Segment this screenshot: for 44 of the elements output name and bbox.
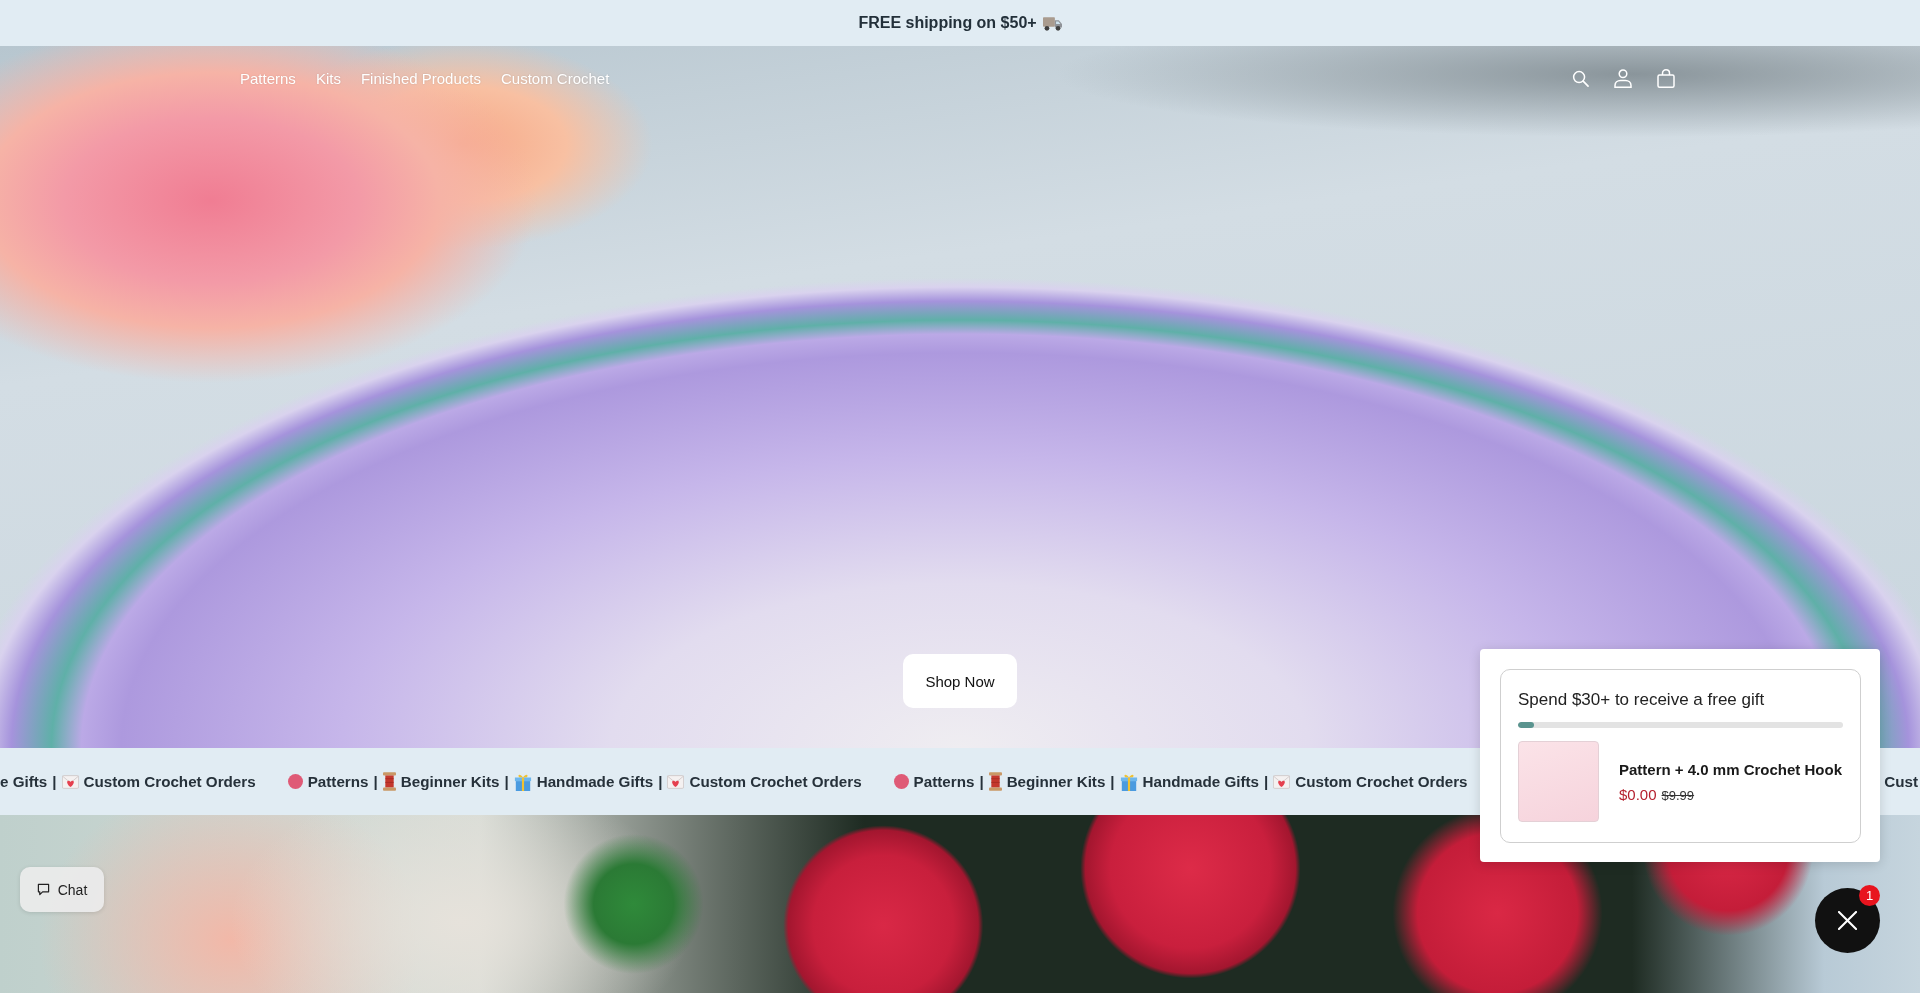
circle-icon: [287, 774, 303, 789]
account-icon[interactable]: [1614, 68, 1632, 88]
ticker-label: Handmade Gifts: [1142, 773, 1260, 790]
ticker-label: Custom Crochet Orders: [1295, 773, 1468, 790]
ticker-label: Handmade Gifts: [536, 773, 654, 790]
heart-envelope-icon: [667, 774, 685, 789]
nav-link[interactable]: Finished Products: [360, 69, 481, 87]
spool-icon: [382, 772, 396, 791]
spool-icon: [988, 772, 1002, 791]
nav-link[interactable]: Custom Crochet: [500, 69, 610, 87]
gift-icon: [1119, 772, 1138, 791]
ticker-separator: |: [373, 773, 378, 790]
truck-icon: [1042, 15, 1062, 31]
ticker-label: Beginner Kits: [1006, 773, 1106, 790]
ticker-label: Patterns: [913, 773, 975, 790]
ticker-label: Cust: [1884, 773, 1918, 790]
shopping-bag-icon[interactable]: [1657, 68, 1675, 88]
gift-icon: [513, 772, 532, 791]
search-icon[interactable]: [1572, 69, 1589, 87]
ticker-separator: |: [1110, 773, 1115, 790]
circle-icon: [893, 774, 909, 789]
sale-price: $0.00: [1619, 785, 1657, 803]
ticker-separator: |: [979, 773, 984, 790]
ticker-label: Beginner Kits: [400, 773, 500, 790]
gift-title: Spend $30+ to receive a free gift: [1518, 689, 1766, 711]
ticker-label: Custom Crochet Orders: [689, 773, 862, 790]
ticker-separator: |: [658, 773, 663, 790]
ticker-label: Custom Crochet Orders: [83, 773, 256, 790]
nav-link[interactable]: Kits: [315, 69, 341, 87]
heart-envelope-icon: [61, 774, 79, 789]
chat-button[interactable]: Chat: [20, 867, 104, 912]
heart-envelope-icon: [1273, 774, 1291, 789]
ticker-label: Patterns: [307, 773, 369, 790]
announcement-text: FREE shipping on $50+: [858, 14, 1037, 32]
close-icon: [1838, 911, 1857, 930]
ticker-separator: |: [1264, 773, 1269, 790]
shop-now-button[interactable]: Shop Now: [903, 654, 1017, 708]
nav-link[interactable]: Patterns: [240, 69, 296, 87]
ticker-separator: |: [52, 773, 57, 790]
ticker-separator: |: [504, 773, 509, 790]
product-name: Pattern + 4.0 mm Crochet Hook: [1619, 760, 1842, 778]
original-price: $9.99: [1661, 787, 1695, 803]
chat-bubble-icon: [36, 883, 50, 896]
ticker-label: e Gifts: [0, 773, 48, 790]
